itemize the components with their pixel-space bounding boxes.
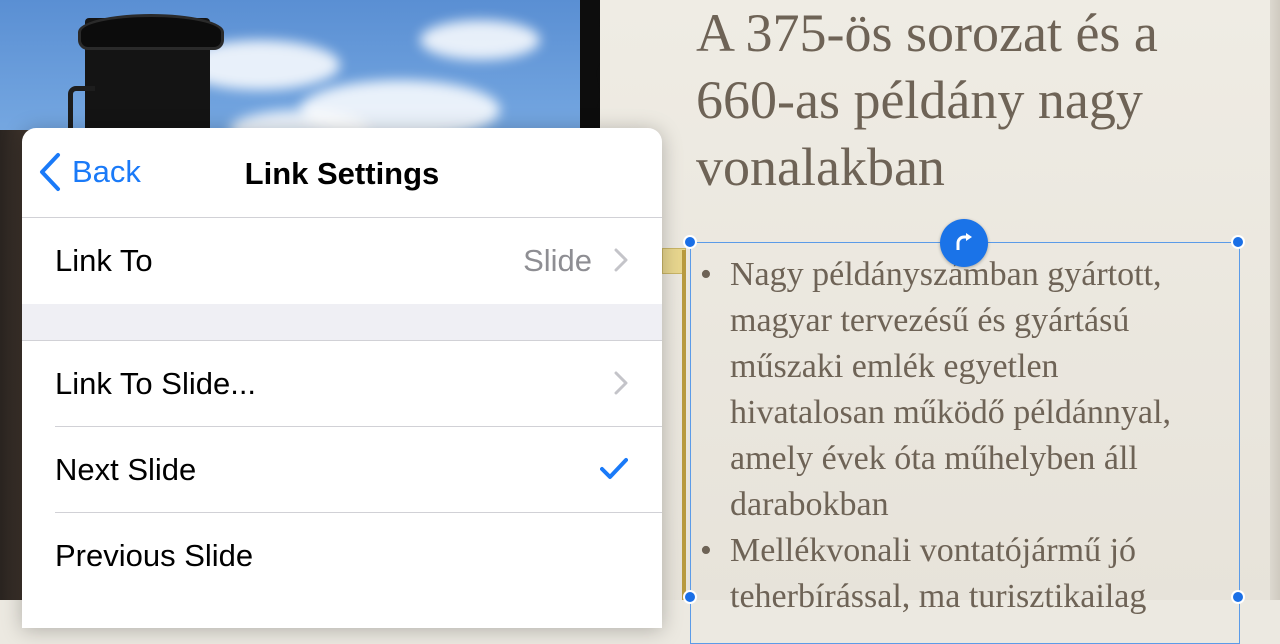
resize-handle-top-right[interactable] — [1231, 235, 1245, 249]
resize-handle-bottom-left[interactable] — [683, 590, 697, 604]
checkmark-icon — [600, 458, 628, 479]
popover-title: Link Settings — [244, 156, 440, 191]
option-label: Link To Slide... — [55, 366, 257, 401]
section-gap — [22, 304, 662, 341]
option-label: Previous Slide — [55, 538, 254, 573]
selection-box[interactable] — [690, 242, 1240, 644]
slide-title[interactable]: A 375-ös sorozat és a 660-as példány nag… — [696, 0, 1236, 201]
link-to-value: Slide — [523, 243, 592, 278]
option-label: Next Slide — [55, 452, 197, 487]
link-to-label: Link To — [55, 243, 153, 278]
option-previous-slide[interactable]: Previous Slide — [22, 513, 662, 599]
rotate-icon[interactable] — [940, 219, 988, 267]
popover-header: Back Link Settings — [22, 128, 662, 218]
resize-handle-bottom-right[interactable] — [1231, 590, 1245, 604]
chevron-right-icon — [614, 371, 628, 395]
text-insertion-line — [682, 250, 686, 600]
link-settings-popover: Back Link Settings Link To Slide Link To… — [22, 128, 662, 628]
resize-handle-top-left[interactable] — [683, 235, 697, 249]
option-next-slide[interactable]: Next Slide — [22, 427, 662, 513]
option-link-to-slide[interactable]: Link To Slide... — [22, 341, 662, 427]
link-to-row[interactable]: Link To Slide — [22, 218, 662, 304]
chevron-right-icon — [614, 248, 628, 272]
